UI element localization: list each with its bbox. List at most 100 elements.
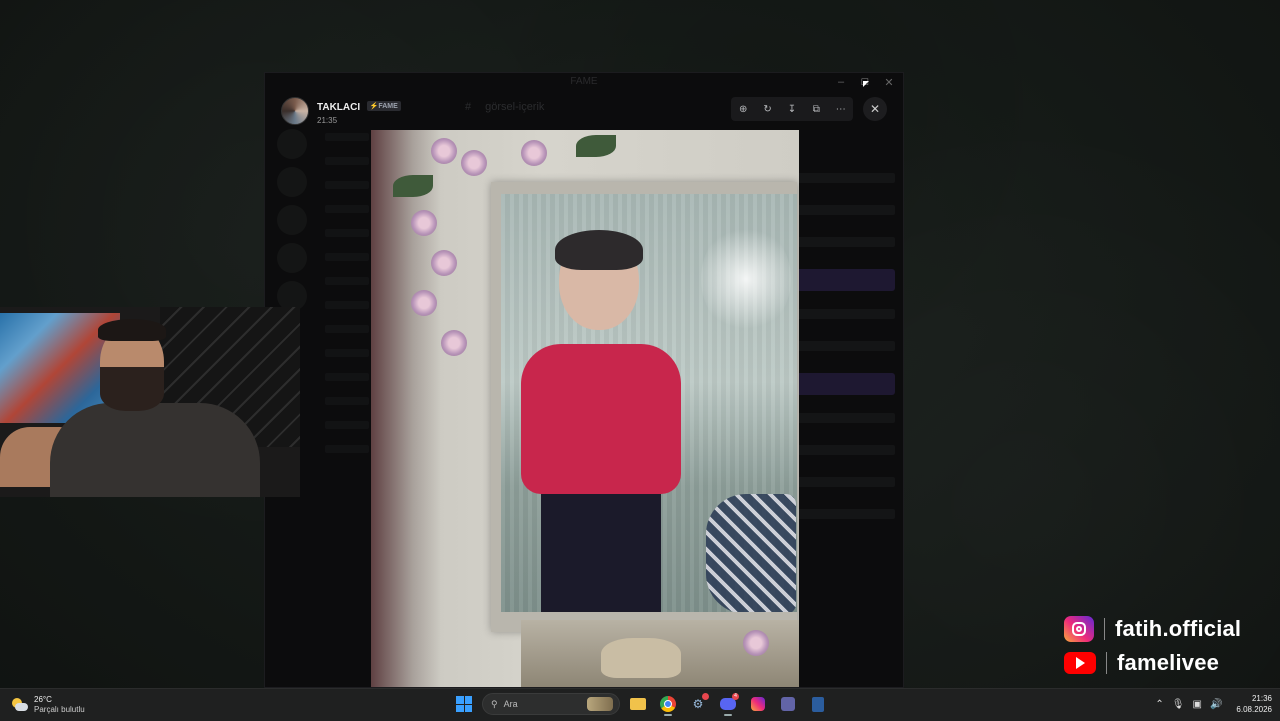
chrome-icon (660, 696, 676, 712)
weather-desc: Parçalı bulutlu (34, 705, 85, 714)
channel-item[interactable] (325, 181, 369, 189)
notification-badge (702, 693, 709, 700)
clock-time: 21:36 (1251, 694, 1272, 703)
bow-decoration (601, 638, 681, 678)
channel-list (325, 133, 369, 469)
weather-temp: 26°C (34, 695, 52, 704)
folder-icon (630, 698, 646, 710)
server-icon[interactable] (277, 167, 307, 197)
flower-decoration (461, 150, 487, 176)
flower-decoration (431, 138, 457, 164)
instagram-icon (1064, 616, 1094, 642)
flower-decoration (743, 630, 769, 656)
window-title: FAME (570, 76, 598, 87)
system-tray: ⌃ 🎙 ▣ 🔊 21:36 6.08.2026 (1155, 693, 1272, 715)
channel-item[interactable] (325, 421, 369, 429)
clock-date: 6.08.2026 (1236, 705, 1272, 714)
server-icon[interactable] (277, 243, 307, 273)
channel-item[interactable] (325, 325, 369, 333)
youtube-handle: famelivee (1117, 650, 1220, 675)
chrome-button[interactable] (656, 692, 680, 716)
hash-icon: # (465, 101, 472, 113)
discord-window: FAME – □ ✕ # görsel-içerik TAKLACI ⚡FAME… (264, 72, 904, 688)
instagram-handle: fatih.official (1115, 616, 1242, 641)
channel-item[interactable] (325, 349, 369, 357)
instagram-button[interactable] (746, 692, 770, 716)
member-item[interactable] (785, 309, 895, 319)
leaf-decoration (576, 135, 616, 157)
member-item-highlighted[interactable] (785, 373, 895, 395)
channel-item[interactable] (325, 301, 369, 309)
viewed-image[interactable] (371, 130, 799, 687)
start-button[interactable] (452, 692, 476, 716)
member-list (785, 173, 895, 541)
member-item[interactable] (785, 205, 895, 215)
notification-badge: 4 (732, 693, 739, 700)
message-timestamp: 21:35 (317, 116, 338, 125)
zoom-in-icon[interactable]: ⊕ (734, 104, 752, 115)
app-button[interactable]: ⚙ (686, 692, 710, 716)
flower-decoration (431, 250, 457, 276)
flower-decoration (441, 330, 467, 356)
avatar[interactable] (281, 97, 309, 125)
member-item[interactable] (785, 477, 895, 487)
server-tag-label: FAME (378, 102, 398, 110)
volume-icon[interactable]: 🔊 (1210, 699, 1222, 710)
channel-item[interactable] (325, 229, 369, 237)
server-list (273, 129, 313, 319)
member-item[interactable] (785, 237, 895, 247)
chevron-up-icon[interactable]: ⌃ (1155, 699, 1163, 710)
member-item[interactable] (785, 173, 895, 183)
channel-item[interactable] (325, 157, 369, 165)
partly-cloudy-icon (12, 698, 28, 712)
instagram-icon (751, 697, 765, 711)
channel-item[interactable] (325, 445, 369, 453)
member-item[interactable] (785, 509, 895, 519)
channel-item[interactable] (325, 373, 369, 381)
search-highlight-image (587, 697, 613, 711)
viewer-toolbar: ⊕ ↻ ↧ ⧉ ⋯ (731, 97, 853, 121)
display-icon[interactable]: ▣ (1193, 699, 1202, 710)
teams-button[interactable] (776, 692, 800, 716)
windows-icon (456, 696, 472, 712)
channel-item[interactable] (325, 397, 369, 405)
channel-item[interactable] (325, 253, 369, 261)
close-icon[interactable]: ✕ (879, 73, 899, 91)
rotate-icon[interactable]: ↻ (759, 104, 777, 115)
author-name[interactable]: TAKLACI (317, 102, 360, 113)
taskbar: 26°C Parçalı bulutlu ⚲ Ara ⚙ 4 ⌃ 🎙 ▣ 🔊 2… (0, 688, 1280, 721)
bolt-icon: ⚡ (369, 102, 379, 110)
calculator-button[interactable] (806, 692, 830, 716)
leaf-decoration (393, 175, 433, 197)
teams-icon (781, 697, 795, 711)
file-explorer-button[interactable] (626, 692, 650, 716)
clock[interactable]: 21:36 6.08.2026 (1236, 693, 1272, 715)
open-external-icon[interactable]: ⧉ (807, 104, 825, 115)
flower-decoration (521, 140, 547, 166)
window-titlebar: FAME – □ ✕ (265, 73, 903, 91)
download-icon[interactable]: ↧ (783, 104, 801, 115)
member-item[interactable] (785, 445, 895, 455)
search-placeholder: Ara (503, 699, 518, 709)
channel-item[interactable] (325, 277, 369, 285)
close-icon[interactable]: ✕ (863, 97, 887, 121)
channel-item[interactable] (325, 205, 369, 213)
minimize-icon[interactable]: – (831, 73, 851, 91)
microphone-icon[interactable]: 🎙 (1172, 699, 1185, 710)
discord-button[interactable]: 4 (716, 692, 740, 716)
youtube-icon (1064, 652, 1096, 674)
channel-item[interactable] (325, 133, 369, 141)
flower-decoration (411, 290, 437, 316)
server-icon[interactable] (277, 129, 307, 159)
calculator-icon (812, 696, 824, 712)
member-item[interactable] (785, 413, 895, 423)
server-icon[interactable] (277, 205, 307, 235)
viewer-author: TAKLACI ⚡FAME 21:35 (281, 97, 401, 125)
framed-photo (501, 194, 797, 612)
member-item[interactable] (785, 341, 895, 351)
weather-widget[interactable]: 26°C Parçalı bulutlu (12, 695, 85, 715)
server-tag-badge: ⚡FAME (366, 100, 401, 111)
taskbar-search[interactable]: ⚲ Ara (482, 693, 620, 715)
more-icon[interactable]: ⋯ (832, 104, 850, 115)
member-item-highlighted[interactable] (785, 269, 895, 291)
